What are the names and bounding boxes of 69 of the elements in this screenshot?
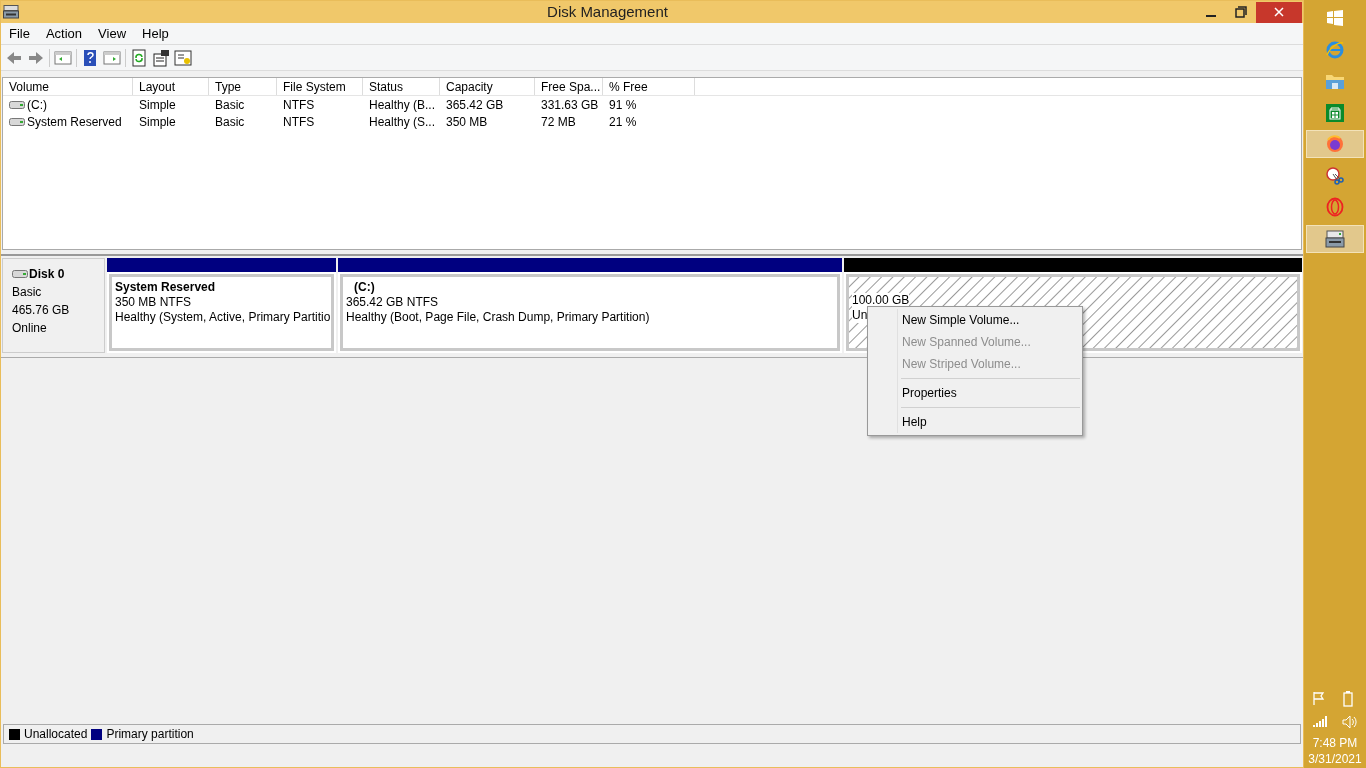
browser-e-icon: [1325, 39, 1345, 60]
table-cell-text: (C:): [27, 96, 47, 114]
help-icon[interactable]: [81, 48, 99, 67]
column-header[interactable]: Status: [363, 78, 440, 95]
disk-name: Disk 0: [29, 266, 65, 283]
partition[interactable]: System Reserved 350 MB NTFS Healthy (System, Active, Primary Partitio: [107, 258, 336, 353]
menu-item[interactable]: View: [90, 23, 135, 44]
volume-row[interactable]: (C:) Simple Basic NTFS Healthy (B... 365.42 GB 331.63 GB 91 %: [3, 96, 1301, 113]
taskbar-button[interactable]: [1306, 224, 1364, 253]
table-cell-text: NTFS: [283, 113, 315, 131]
table-cell-text: 72 MB: [541, 113, 576, 131]
table-cell-text: 350 MB: [446, 113, 488, 131]
partition-name: (C:): [353, 280, 376, 295]
partition-status: Un: [852, 308, 868, 323]
close-button[interactable]: [1256, 1, 1302, 23]
drive-icon: [9, 116, 25, 127]
speaker-icon[interactable]: [1342, 715, 1358, 729]
flag-icon[interactable]: [1312, 691, 1326, 705]
signal-icon[interactable]: [1312, 715, 1328, 727]
table-cell-text: Simple: [139, 113, 176, 131]
table-cell-text: NTFS: [283, 96, 315, 114]
table-cell-text: 331.63 GB: [541, 96, 599, 114]
table-cell-text: 21 %: [609, 113, 637, 131]
volume-row[interactable]: System Reserved Simple Basic NTFS Healthy (S... 350 MB 72 MB 21 %: [3, 113, 1301, 130]
taskbar-button[interactable]: [1306, 130, 1364, 158]
store-bag-icon: [1326, 103, 1344, 122]
context-menu-item[interactable]: Properties: [868, 382, 1082, 404]
close-icon: [1274, 7, 1284, 17]
partition-status: Healthy (System, Active, Primary Partitio: [115, 310, 331, 325]
legend-label: Unallocated: [24, 726, 88, 743]
partition-size: 100.00 GB: [852, 293, 910, 308]
partition[interactable]: (C:) 365.42 GB NTFS Healthy (Boot, Page File, Crash Dump, Primary Partition): [338, 258, 842, 353]
table-cell-text: Basic: [215, 96, 245, 114]
disk-status: Online: [12, 320, 48, 337]
partition-name: System Reserved: [115, 280, 217, 295]
menu-item[interactable]: Help: [134, 23, 177, 44]
column-header[interactable]: % Free: [603, 78, 695, 95]
column-header[interactable]: Free Spa...: [535, 78, 603, 95]
disk-type: Basic: [12, 284, 43, 301]
scissors-icon: [1325, 165, 1345, 186]
context-menu-item[interactable]: New Simple Volume...: [868, 309, 1082, 331]
folder-icon: [1325, 72, 1345, 90]
column-header[interactable]: Capacity: [440, 78, 535, 95]
column-header[interactable]: File System: [277, 78, 363, 95]
menu-item[interactable]: File: [1, 23, 38, 44]
legend-label: Primary partition: [106, 726, 194, 743]
disk-drive-icon: [1325, 229, 1345, 248]
table-cell-text: Healthy (S...: [369, 113, 436, 131]
table-cell-text: Healthy (B...: [369, 96, 436, 114]
table-cell-text: System Reserved: [27, 113, 122, 131]
menu-item[interactable]: Action: [37, 23, 91, 44]
fox-globe-icon: [1325, 134, 1345, 154]
battery-icon[interactable]: [1342, 691, 1354, 707]
table-cell-text: Simple: [139, 96, 176, 114]
partition-status: Healthy (Boot, Page File, Crash Dump, Primary Partition): [346, 310, 650, 325]
table-cell-text: 91 %: [609, 96, 637, 114]
disk-size: 465.76 GB: [12, 302, 71, 319]
drive-icon: [9, 99, 25, 110]
panel-icon[interactable]: [54, 48, 72, 67]
context-menu-item[interactable]: Help: [868, 411, 1082, 433]
column-header[interactable]: Type: [209, 78, 277, 95]
window-title: Disk Management: [546, 1, 669, 22]
windows-logo-icon: [1327, 10, 1343, 26]
table-cell-text: 365.42 GB: [446, 96, 504, 114]
column-header[interactable]: Layout: [133, 78, 209, 95]
table-cell-text: Basic: [215, 113, 245, 131]
column-header[interactable]: Volume: [3, 78, 133, 95]
opera-o-icon: [1326, 197, 1344, 217]
app-icon: [3, 5, 19, 19]
